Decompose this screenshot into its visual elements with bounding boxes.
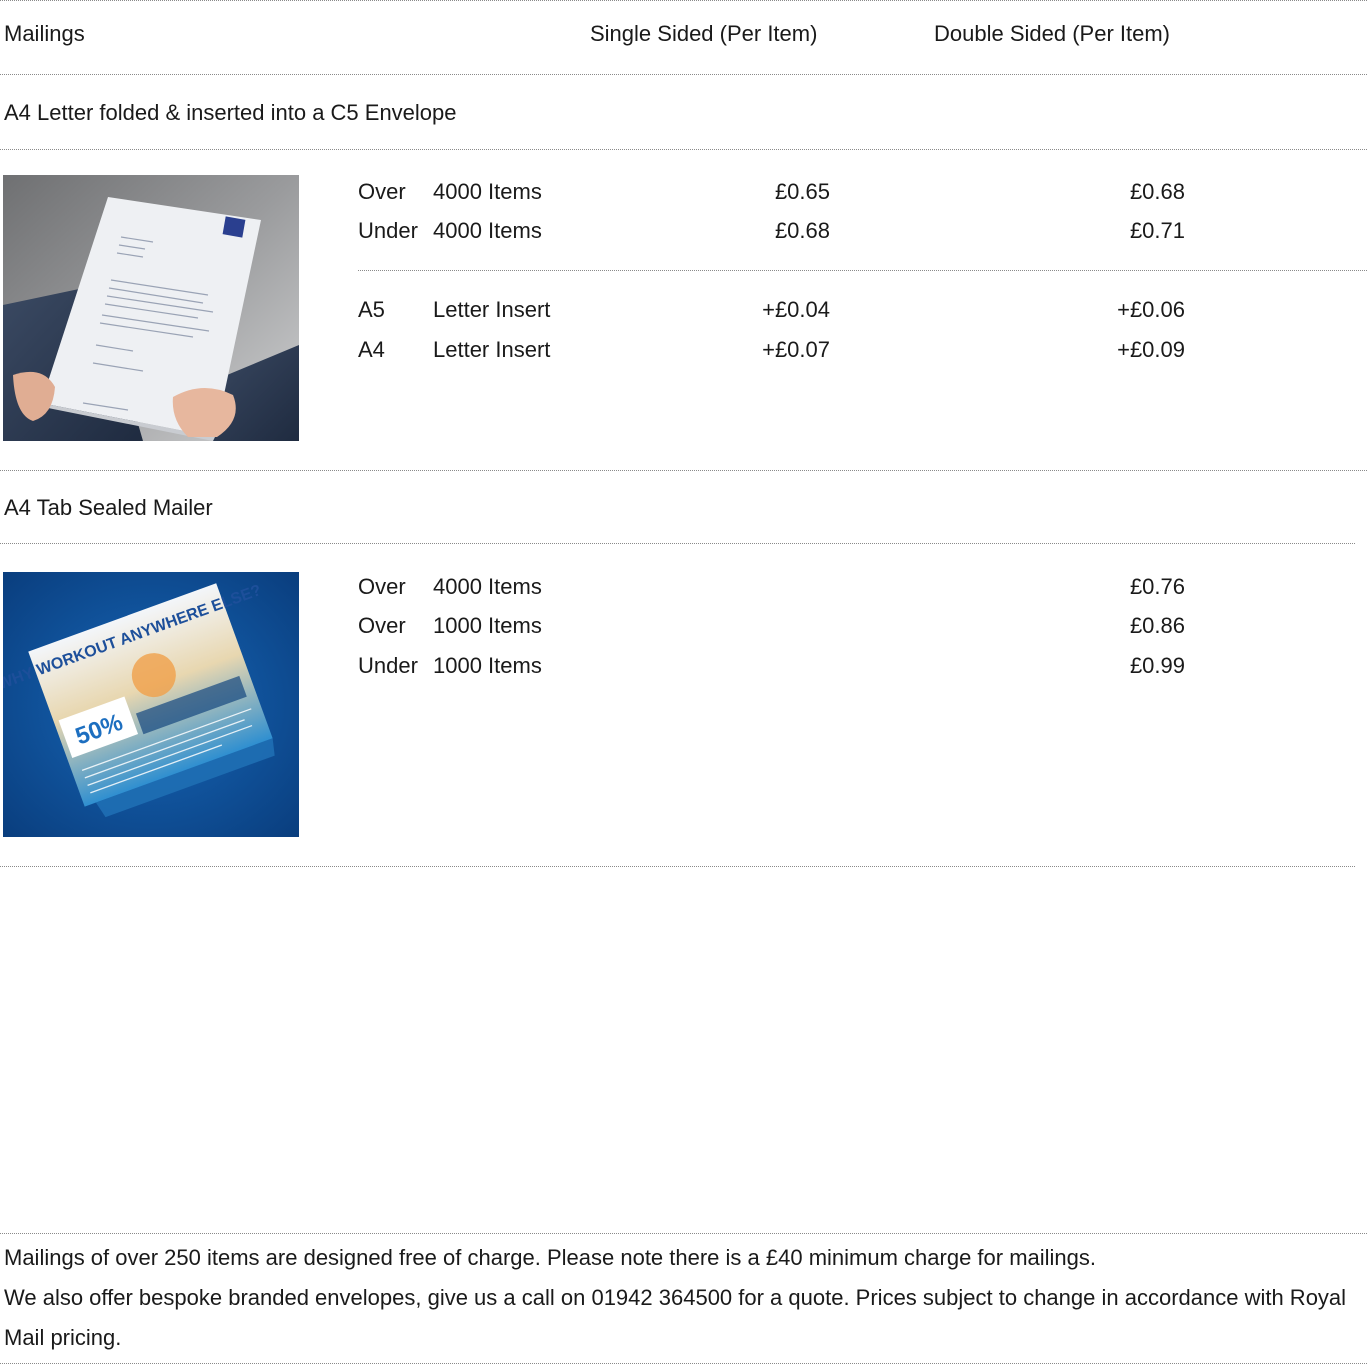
header-bottom-rule	[0, 74, 1367, 75]
column-header-single-sided: Single Sided (Per Item)	[590, 21, 818, 46]
price-double: £0.86	[1129, 613, 1185, 638]
insert-price-single: +£0.04	[762, 297, 830, 322]
column-header-double-sided: Double Sided (Per Item)	[934, 21, 1170, 46]
letter-photo	[3, 175, 299, 441]
price-double: £0.71	[1129, 218, 1185, 243]
insert-label: Letter Insert	[433, 337, 551, 362]
footer-line-envelopes-note: We also offer bespoke branded envelopes,…	[4, 1285, 1347, 1350]
footer-notes: Mailings of over 250 items are designed …	[4, 1238, 1354, 1358]
price-double: £0.99	[1129, 653, 1185, 678]
insert-price-double: +£0.09	[1117, 337, 1185, 362]
price-single: £0.65	[774, 179, 830, 204]
inserts-divider	[358, 270, 1367, 271]
mailer-photo: WHY WORKOUT ANYWHERE ELSE? 50%	[3, 572, 299, 837]
section-divider	[0, 866, 1355, 867]
qty-qualifier: Over	[358, 179, 406, 204]
column-header-mailings: Mailings	[4, 21, 85, 46]
qty-label: 4000 Items	[433, 574, 542, 599]
qty-label: 4000 Items	[433, 218, 542, 243]
qty-qualifier: Over	[358, 574, 406, 599]
section-divider	[0, 149, 1367, 150]
section-divider	[0, 470, 1367, 471]
insert-price-double: +£0.06	[1117, 297, 1185, 322]
section-title-tab-sealed-mailer: A4 Tab Sealed Mailer	[4, 495, 213, 520]
qty-qualifier: Under	[358, 653, 418, 678]
qty-qualifier: Over	[358, 613, 406, 638]
insert-label: Letter Insert	[433, 297, 551, 322]
qty-label: 1000 Items	[433, 653, 542, 678]
footer-line-design-note: Mailings of over 250 items are designed …	[4, 1245, 1097, 1270]
insert-price-single: +£0.07	[762, 337, 830, 362]
section-divider	[0, 543, 1355, 544]
price-double: £0.68	[1129, 179, 1185, 204]
footer-top-rule	[0, 1233, 1367, 1234]
insert-size: A5	[358, 297, 385, 322]
footer-bottom-rule	[0, 1363, 1367, 1364]
qty-label: 1000 Items	[433, 613, 542, 638]
price-single: £0.68	[774, 218, 830, 243]
header-top-rule	[0, 0, 1367, 1]
qty-qualifier: Under	[358, 218, 418, 243]
price-double: £0.76	[1129, 574, 1185, 599]
insert-size: A4	[358, 337, 385, 362]
qty-label: 4000 Items	[433, 179, 542, 204]
section-title-c5-envelope: A4 Letter folded & inserted into a C5 En…	[4, 100, 457, 125]
